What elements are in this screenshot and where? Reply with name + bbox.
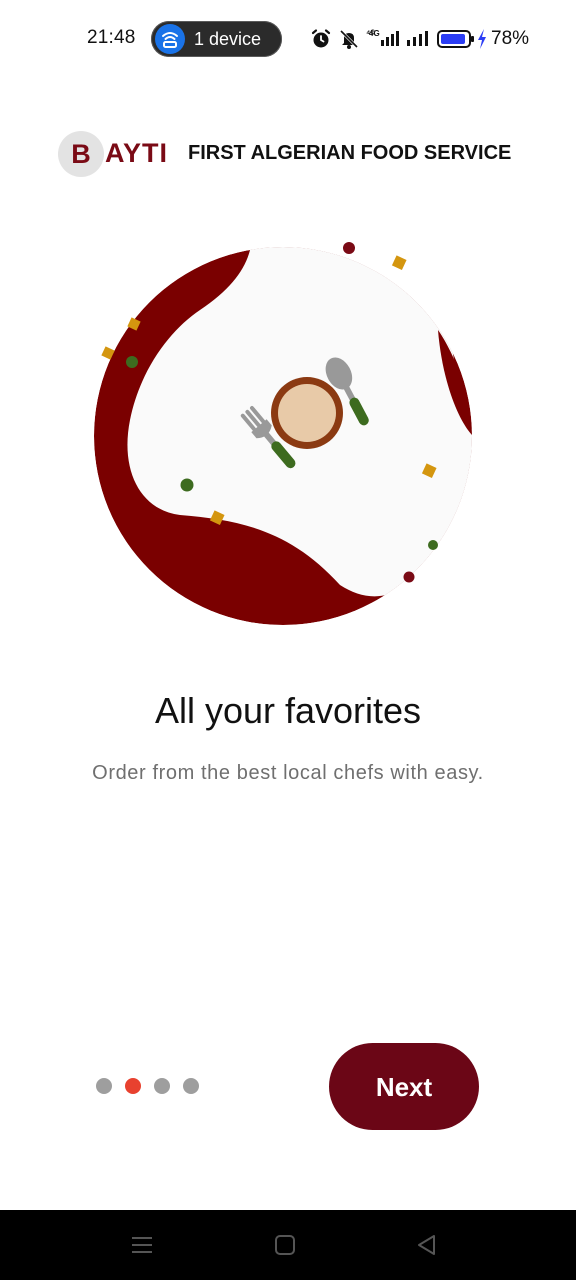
status-time: 21:48 [87,27,136,48]
battery-icon [437,30,474,48]
brand-logo-letter: B [71,139,91,169]
alarm-icon [311,29,331,48]
confetti-dot [403,571,415,583]
page-dot[interactable] [183,1078,199,1094]
charging-icon [478,29,486,49]
confetti-dot [343,242,355,254]
page-dot[interactable] [154,1078,170,1094]
device-pill[interactable]: 1 device [151,21,282,57]
status-bar: 21:48 1 device ⁴ᴳ 4G 78% [0,0,576,78]
page-dot[interactable] [96,1078,112,1094]
confetti-dot [126,356,138,368]
mute-bell-icon [339,29,359,49]
page-dot-active[interactable] [125,1078,141,1094]
next-button[interactable]: Next [329,1043,479,1130]
system-nav-bar [0,1210,576,1280]
onboarding-screen: 21:48 1 device ⁴ᴳ 4G 78% B AYTI FIRST AL… [0,0,576,1280]
signal-4g-icon: ⁴ᴳ 4G [366,28,399,46]
onboarding-title: All your favorites [154,690,422,731]
back-triangle-icon[interactable] [414,1232,440,1258]
confetti-square [391,255,407,270]
battery-percentage: 78% [491,28,530,49]
confetti-dot [180,478,194,492]
home-square-icon[interactable] [272,1232,298,1258]
food-plate-illustration [94,242,472,625]
confetti-dot [428,540,438,550]
brand-tagline: FIRST ALGERIAN FOOD SERVICE [188,142,512,164]
svg-text:4G: 4G [369,29,380,38]
onboarding-subtitle: Order from the best local chefs with eas… [92,762,484,784]
wifi-cast-icon [155,24,185,54]
menu-icon[interactable] [129,1232,155,1258]
brand-logo: B [58,131,104,177]
brand-logo-text: AYTI [105,138,169,168]
plate-center [278,384,336,442]
signal-icon [407,31,428,46]
device-pill-label: 1 device [194,29,262,49]
